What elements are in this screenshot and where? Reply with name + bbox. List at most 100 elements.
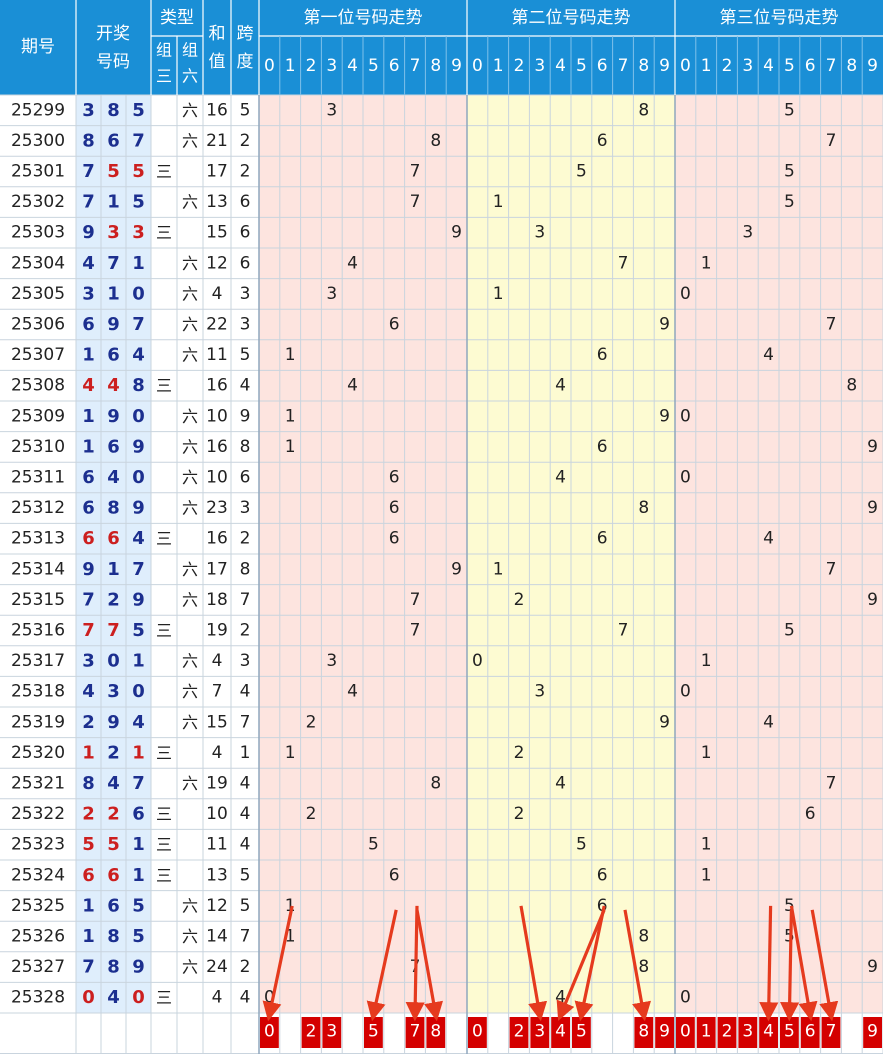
period-cell: 25320 [11,743,65,763]
header-pos3-digit-2: 2 [722,56,733,76]
period-cell: 25299 [11,100,65,120]
pos1-trend-digit: 6 [389,865,400,885]
sum-cell: 17 [206,559,228,579]
pos2-trend-digit: 1 [493,559,504,579]
draw-digit: 3 [132,222,145,243]
pos3-selected-digit: 1 [701,1022,712,1042]
period-cell: 25310 [11,437,65,457]
sum-cell: 4 [212,284,223,304]
header-pos2-digit-8: 8 [638,56,649,76]
pos3-trend-digit: 1 [701,743,712,763]
pos1-trend-digit: 8 [430,131,441,151]
draw-digit: 9 [82,222,95,243]
span-cell: 6 [240,223,251,243]
pos1-trend-digit: 3 [326,100,337,120]
draw-digit: 1 [107,283,120,304]
pos2-trend-digit: 7 [618,253,629,273]
period-cell: 25302 [11,192,65,212]
type-six-cell: 六 [182,407,198,426]
span-cell: 3 [240,651,251,671]
pos1-trend-digit: 6 [389,468,400,488]
pos2-trend-digit: 6 [597,345,608,365]
draw-digit: 6 [82,865,95,886]
pos2-trend-digit: 7 [618,621,629,641]
pos3-trend-digit: 4 [763,712,774,732]
draw-digit: 4 [82,375,95,396]
pos1-trend-digit: 7 [410,590,421,610]
sum-cell: 16 [206,100,228,120]
span-cell: 2 [240,131,251,151]
header-pos1-digit-7: 7 [410,56,421,76]
draw-digit: 6 [82,314,95,335]
header-pos1-digit-4: 4 [347,56,358,76]
pos1-trend-digit: 3 [326,284,337,304]
header-pos3-digit-0: 0 [680,56,691,76]
span-cell: 8 [240,437,251,457]
header-period: 期号 [21,37,55,57]
period-cell: 25306 [11,315,65,335]
draw-digit: 9 [132,436,145,457]
pos2-trend-digit: 0 [472,651,483,671]
draw-digit: 3 [82,283,95,304]
draw-digit: 4 [107,375,120,396]
header-pos1-digit-6: 6 [389,56,400,76]
period-cell: 25309 [11,406,65,426]
type-six-cell: 六 [182,193,198,212]
pos2-trend-digit: 9 [659,712,670,732]
pos3-trend-digit: 1 [701,835,712,855]
type-three-cell: 三 [156,805,172,824]
pos1-trend-digit: 9 [451,559,462,579]
header-pos2-digit-4: 4 [555,56,566,76]
sum-cell: 22 [206,315,228,335]
pos3-trend-digit: 9 [867,590,878,610]
span-cell: 2 [240,957,251,977]
draw-digit: 6 [107,895,120,916]
pos2-selected-digit: 8 [638,1022,649,1042]
header-pos3: 第三位号码走势 [720,8,839,28]
span-cell: 3 [240,315,251,335]
span-cell: 6 [240,468,251,488]
draw-digit: 0 [107,651,120,672]
draw-digit: 7 [82,161,95,182]
draw-digit: 5 [107,161,120,182]
header-pos3-digit-3: 3 [742,56,753,76]
pos3-trend-digit: 0 [680,988,691,1008]
type-six-cell: 六 [182,254,198,273]
type-six-cell: 六 [182,437,198,456]
sum-cell: 23 [206,498,228,518]
type-six-cell: 六 [182,101,198,120]
pos1-trend-digit: 1 [285,743,296,763]
span-cell: 4 [240,988,251,1008]
pos2-trend-digit: 6 [597,437,608,457]
hint-arrow [759,905,779,1022]
pos2-trend-digit: 2 [514,804,525,824]
pos1-trend-digit: 4 [347,376,358,396]
pos2-trend-digit: 5 [576,162,587,182]
header-pos2-digit-0: 0 [472,56,483,76]
header-pos1-digit-2: 2 [306,56,317,76]
draw-digit: 3 [82,651,95,672]
pos2-trend-digit: 1 [493,284,504,304]
period-cell: 25301 [11,162,65,182]
pos3-trend-digit: 7 [826,315,837,335]
draw-digit: 1 [82,742,95,763]
sum-cell: 4 [212,988,223,1008]
pos1-selected-digit: 8 [430,1022,441,1042]
pos3-selected-digit: 7 [826,1022,837,1042]
header-pos1-digit-0: 0 [264,56,275,76]
pos2-trend-digit: 6 [597,131,608,151]
pos2-trend-digit: 8 [638,957,649,977]
draw-digit: 1 [82,926,95,947]
draw-digit: 5 [132,100,145,121]
draw-digit: 7 [132,314,145,335]
pos3-trend-digit: 5 [784,100,795,120]
header-type-six-top: 组 [182,41,198,60]
span-cell: 5 [240,896,251,916]
pos3-trend-digit: 7 [826,774,837,794]
draw-digit: 7 [107,253,120,274]
type-six-cell: 六 [182,590,198,609]
draw-digit: 7 [82,589,95,610]
period-cell: 25313 [11,529,65,549]
sum-cell: 10 [206,804,228,824]
header-pos2-digit-9: 9 [659,56,670,76]
